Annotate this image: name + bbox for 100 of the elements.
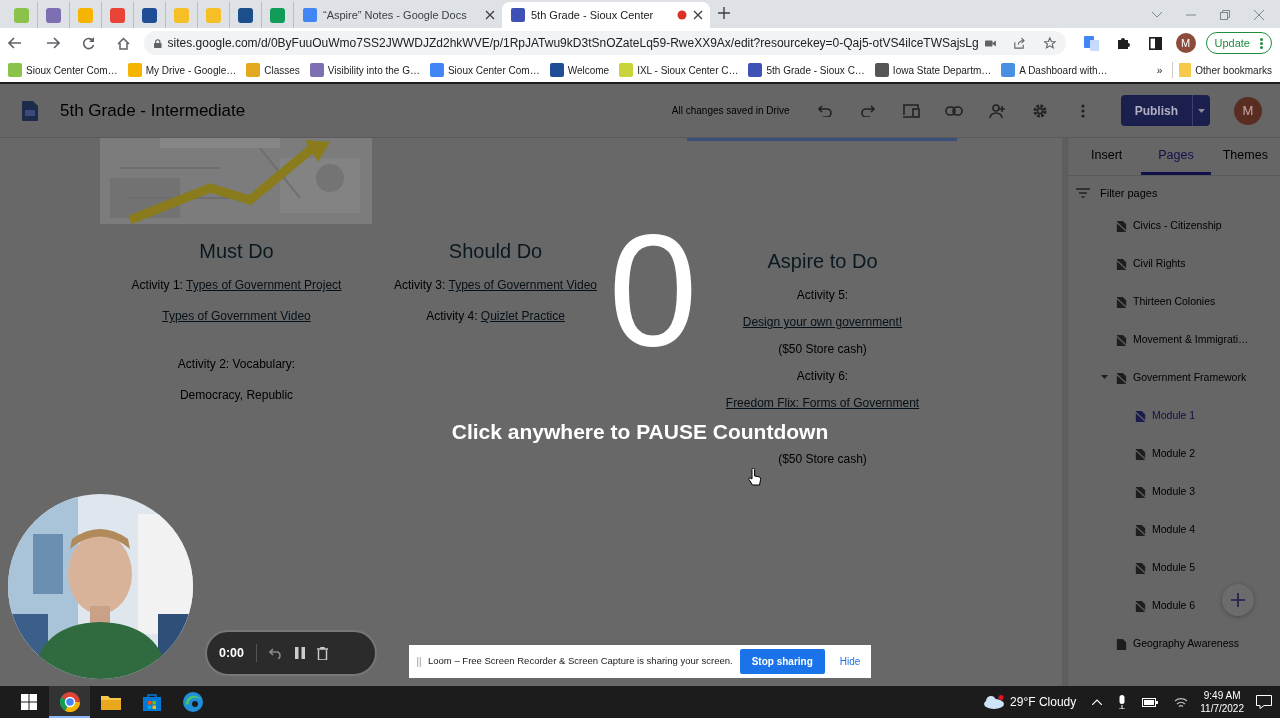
bookmark[interactable]: My Drive - Google… xyxy=(123,60,241,80)
microphone-icon[interactable] xyxy=(1118,695,1127,709)
browser-icon[interactable] xyxy=(59,692,80,712)
bookmark[interactable]: Classes xyxy=(242,60,304,80)
page-item[interactable]: Module 6 xyxy=(1068,586,1280,625)
bookmark[interactable]: Sioux Center Com… xyxy=(4,60,122,80)
stop-sharing-button[interactable]: Stop sharing xyxy=(739,649,825,674)
sharing-message: Loom – Free Screen Recorder & Screen Capture is sharing your screen. xyxy=(428,654,733,669)
page-item[interactable]: Module 2 xyxy=(1068,434,1280,473)
activity-text: Activity 6: xyxy=(796,369,849,383)
bookmark[interactable]: Sioux Center Com… xyxy=(425,60,544,80)
preview-icon[interactable] xyxy=(902,103,921,118)
activity-link[interactable]: Types of Government Project xyxy=(186,278,342,292)
activity-link[interactable]: Types of Government Video xyxy=(162,309,311,323)
folder-icon xyxy=(1179,63,1192,77)
maximize-icon[interactable] xyxy=(1220,10,1230,20)
activity-link[interactable]: Quizlet Practice xyxy=(480,309,565,323)
forward-icon[interactable] xyxy=(46,37,60,49)
address-bar[interactable]: sites.google.com/d/0ByFuuOuWmo7SS2JWWDJZd2hkWVE/p/1RpJATwu9kD3tSnOZateLq59-RweXX9Ax/edit?resourcekey=0-Qaj5-otVS4ilceTWSajsLg xyxy=(144,31,1066,55)
site-title[interactable]: 5th Grade - Intermediate xyxy=(60,97,246,124)
chevron-up-icon[interactable] xyxy=(1092,699,1103,705)
update-button[interactable]: Update xyxy=(1205,31,1272,55)
back-icon[interactable] xyxy=(8,37,22,49)
column-heading: Must Do xyxy=(198,239,275,264)
page-item[interactable]: Civics - Citizenship xyxy=(1068,206,1280,245)
bookmark[interactable]: Iowa State Departm… xyxy=(870,60,996,80)
column-heading: Should Do xyxy=(447,239,544,264)
filter-icon[interactable] xyxy=(1076,188,1090,199)
bookmark[interactable]: IXL - Sioux Center C… xyxy=(615,60,743,80)
undo-icon[interactable] xyxy=(818,104,833,117)
filter-field[interactable]: Filter pages xyxy=(1098,184,1248,203)
bookmark[interactable]: A Dashboard with… xyxy=(997,60,1112,80)
store-icon[interactable] xyxy=(142,693,161,711)
activity-text: ($50 Store cash) xyxy=(778,452,867,466)
sidebar-tab[interactable]: Themes xyxy=(1210,138,1280,175)
page-item[interactable]: Government Framework xyxy=(1068,358,1280,397)
hide-link[interactable]: Hide xyxy=(839,654,861,669)
activity-text: ($50 Store cash) xyxy=(778,342,867,356)
chevron-down-icon[interactable] xyxy=(1152,12,1162,18)
page-item[interactable]: Module 3 xyxy=(1068,472,1280,511)
undo-icon[interactable] xyxy=(269,647,284,659)
bookmark-folder[interactable]: Other bookmarks xyxy=(1175,60,1276,80)
puzzle-icon[interactable] xyxy=(1116,36,1131,50)
close-icon[interactable] xyxy=(693,10,703,20)
more-icon xyxy=(1260,37,1263,49)
settings-icon[interactable] xyxy=(1032,102,1049,119)
notification-icon[interactable] xyxy=(1256,695,1272,709)
activity-text: Activity 2: Vocabulary: xyxy=(177,357,296,371)
activity-text: Activity 3: Types of Government Video xyxy=(394,278,597,292)
reload-icon[interactable] xyxy=(82,36,95,50)
bookmark[interactable]: 5th Grade - Sioux C… xyxy=(744,60,869,80)
pause-icon[interactable] xyxy=(295,647,306,659)
camera-icon[interactable] xyxy=(984,38,996,48)
wifi-icon[interactable] xyxy=(1174,696,1189,708)
activity-text: Activity 4: Quizlet Practice xyxy=(426,309,565,323)
activity-text: Activity 5: xyxy=(796,288,849,302)
sidebar-tab[interactable]: Insert xyxy=(1072,138,1142,175)
star-icon[interactable] xyxy=(1043,36,1056,50)
add-person-icon[interactable] xyxy=(988,103,1007,118)
share-icon[interactable] xyxy=(1014,36,1026,50)
delete-icon[interactable] xyxy=(317,646,329,660)
close-icon[interactable] xyxy=(485,10,495,20)
home-icon[interactable] xyxy=(117,36,130,50)
battery-icon[interactable] xyxy=(1142,697,1159,707)
bookmark[interactable]: Welcome xyxy=(545,60,614,80)
new-tab-icon[interactable] xyxy=(718,6,730,19)
account-avatar[interactable]: M xyxy=(1234,96,1262,125)
redo-icon[interactable] xyxy=(861,104,876,117)
clock[interactable]: 9:49 AM 11/7/2022 xyxy=(1200,689,1244,715)
page-item[interactable]: Geography Awareness xyxy=(1068,624,1280,663)
save-status: All changes saved in Drive xyxy=(671,104,790,118)
activity-link[interactable]: Design your own government! xyxy=(742,315,903,329)
more-bookmarks-button[interactable]: » xyxy=(1148,62,1171,78)
countdown-prompt[interactable]: Click anywhere to PAUSE Countdown xyxy=(451,420,829,444)
page-item[interactable]: Module 4 xyxy=(1068,510,1280,549)
publish-button[interactable]: Publish xyxy=(1120,95,1192,126)
start-icon[interactable] xyxy=(20,694,37,710)
activity-link[interactable]: Types of Government Video xyxy=(448,278,597,292)
page-item[interactable]: Civil Rights xyxy=(1068,244,1280,283)
page-item[interactable]: Module 1 xyxy=(1068,396,1280,435)
expanded-caret-icon[interactable] xyxy=(1100,374,1108,381)
countdown-number: 0 xyxy=(608,215,698,365)
weather-text[interactable]: 29°F Cloudy xyxy=(1010,693,1077,711)
bookmark[interactable]: Visibility into the G… xyxy=(305,60,424,80)
side-panel-icon[interactable] xyxy=(1148,36,1162,50)
page-item[interactable]: Movement & Immigrati… xyxy=(1068,320,1280,359)
page-item[interactable]: Thirteen Colonies xyxy=(1068,282,1280,321)
publish-menu-button[interactable] xyxy=(1192,95,1210,126)
drag-handle-icon[interactable] xyxy=(417,656,421,667)
translate-icon[interactable] xyxy=(1083,35,1099,51)
link-icon[interactable] xyxy=(945,105,964,116)
account-avatar[interactable]: M xyxy=(1175,33,1196,53)
browser-tab[interactable]: 5th Grade - Sioux Center xyxy=(502,2,710,28)
sidebar-tab[interactable]: Pages xyxy=(1141,138,1211,175)
browser-icon[interactable] xyxy=(182,692,203,712)
activity-link[interactable]: Freedom Flix: Forms of Government xyxy=(725,396,920,410)
folder-icon[interactable] xyxy=(100,694,121,710)
browser-tab[interactable]: “Aspire” Notes - Google Docs xyxy=(294,2,502,28)
more-icon[interactable] xyxy=(1081,103,1086,118)
page-item[interactable]: Module 5 xyxy=(1068,548,1280,587)
